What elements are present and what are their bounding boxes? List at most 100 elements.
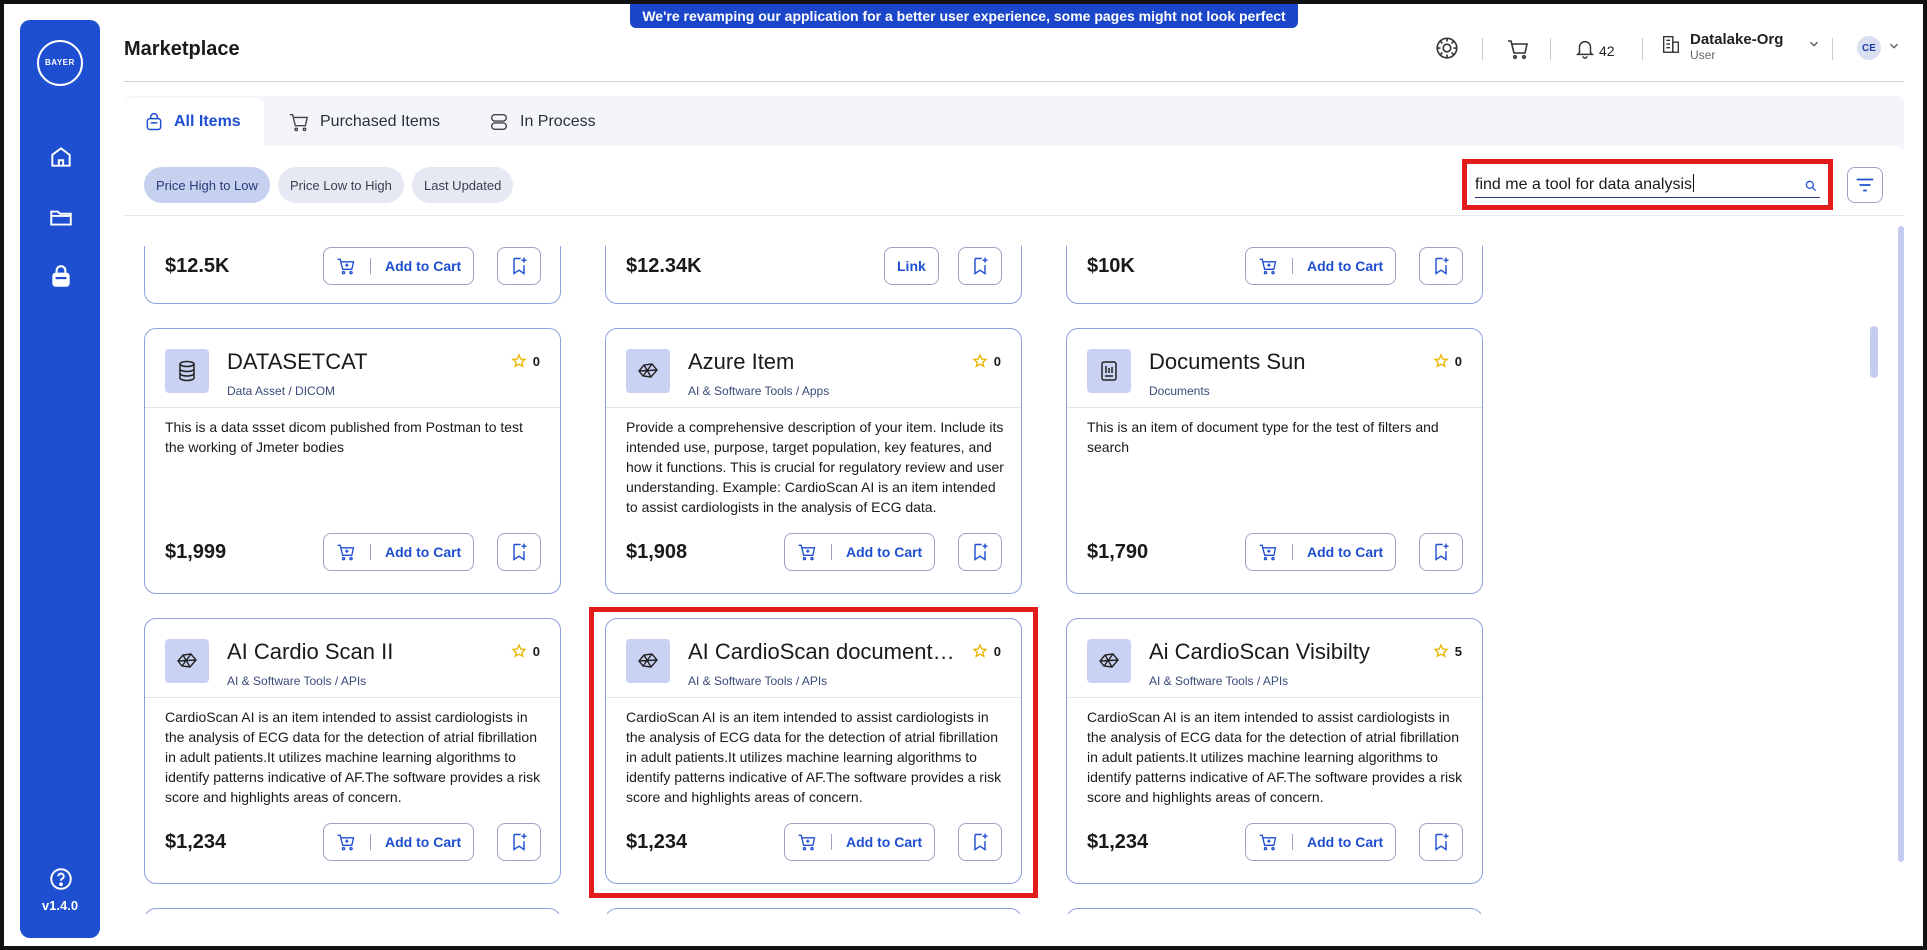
bookmark-button[interactable] (497, 247, 541, 285)
bookmark-plus-icon (1435, 833, 1449, 851)
search-input[interactable]: find me a tool for data analysis (1475, 174, 1820, 198)
bookmark-plus-icon (1435, 543, 1449, 561)
item-card-ai-cardioscan-visibilty[interactable]: Ai CardioScan Visibilty AI & Software To… (1066, 618, 1483, 884)
card-description: This is a data ssset dicom published fro… (165, 419, 523, 455)
item-card[interactable] (605, 908, 1022, 914)
bayer-logo[interactable]: BAYER (37, 40, 83, 86)
price: $1,234 (1087, 831, 1149, 853)
star-icon (1433, 353, 1449, 368)
add-to-cart-button[interactable]: Add to Cart (323, 823, 475, 861)
add-to-cart-button[interactable]: Add to Cart (323, 247, 475, 285)
bookmark-plus-icon (974, 257, 988, 275)
process-icon (490, 113, 508, 131)
item-card[interactable]: $12.34K Link (605, 246, 1022, 304)
folder-icon[interactable] (48, 204, 74, 230)
add-to-cart-button[interactable]: Add to Cart (323, 533, 475, 571)
star-icon (972, 353, 988, 368)
tab-in-process[interactable]: In Process (468, 98, 616, 146)
add-to-cart-button[interactable]: Add to Cart (1245, 247, 1397, 285)
chevron-down-icon (1887, 39, 1901, 58)
help-icon[interactable] (48, 866, 74, 892)
button-label: Add to Cart (1307, 834, 1384, 850)
bookmark-plus-icon (513, 257, 527, 275)
item-card-datasetcat[interactable]: DATASETCAT Data Asset / DICOM 0 This is … (144, 328, 561, 594)
tab-all-items[interactable]: All Items (124, 98, 264, 146)
card-description: This is an item of document type for the… (1087, 419, 1439, 455)
org-role: User (1690, 48, 1716, 62)
card-title[interactable]: DATASETCAT (227, 349, 497, 375)
bookmark-plus-icon (513, 833, 527, 851)
card-description: CardioScan AI is an item intended to ass… (1087, 709, 1463, 805)
notifications[interactable]: 42 (1574, 37, 1615, 64)
card-title[interactable]: Ai CardioScan Visibilty (1149, 639, 1419, 665)
user-menu[interactable]: CE (1857, 36, 1901, 60)
link-button[interactable]: Link (884, 247, 939, 285)
add-to-cart-button[interactable]: Add to Cart (1245, 823, 1397, 861)
home-icon[interactable] (48, 144, 74, 170)
search-icon[interactable] (1804, 178, 1818, 200)
sort-last-updated[interactable]: Last Updated (412, 167, 514, 203)
scrollbar-thumb[interactable] (1870, 326, 1878, 378)
card-title[interactable]: AI Cardio Scan II (227, 639, 497, 665)
revamp-banner: We're revamping our application for a be… (630, 4, 1298, 48)
item-card[interactable]: $10K Add to Cart (1066, 246, 1483, 304)
sort-price-high-low[interactable]: Price High to Low (144, 167, 270, 203)
cart-plus-icon (1259, 258, 1277, 275)
rating: 0 (511, 643, 540, 659)
logo-horizontal-text: BAYER (45, 58, 75, 67)
chevron-down-icon (1807, 37, 1821, 56)
tab-label: In Process (520, 113, 596, 130)
rating-value: 0 (532, 643, 540, 659)
org-name: Datalake-Org (1690, 31, 1784, 48)
button-label: Add to Cart (1307, 258, 1384, 274)
button-label: Add to Cart (385, 834, 462, 850)
item-card-azure-item[interactable]: Azure Item AI & Software Tools / Apps 0 … (605, 328, 1022, 594)
cart-icon[interactable] (1506, 37, 1530, 61)
bell-icon (1574, 37, 1596, 64)
document-icon (1087, 349, 1131, 393)
item-card[interactable]: $12.5K Add to Cart (144, 246, 561, 304)
cart-plus-icon (1259, 834, 1277, 851)
card-category: Documents (1149, 384, 1210, 398)
filter-icon (1856, 178, 1874, 192)
bookmark-button[interactable] (958, 533, 1002, 571)
add-to-cart-button[interactable]: Add to Cart (784, 533, 936, 571)
add-to-cart-button[interactable]: Add to Cart (1245, 533, 1397, 571)
cart-plus-icon (337, 834, 355, 851)
price: $12.5K (165, 255, 230, 277)
database-icon (165, 349, 209, 393)
star-icon (511, 353, 527, 368)
cart-plus-icon (1259, 544, 1277, 561)
bookmark-button[interactable] (497, 533, 541, 571)
item-card[interactable] (144, 908, 561, 914)
bookmark-button[interactable] (1419, 823, 1463, 861)
tab-purchased-items[interactable]: Purchased Items (268, 98, 460, 146)
star-icon (511, 643, 527, 658)
cart-icon (289, 113, 309, 132)
page-title: Marketplace (124, 38, 240, 60)
bag-icon (146, 113, 162, 131)
bookmark-button[interactable] (1419, 533, 1463, 571)
marketplace-bag-icon[interactable] (48, 264, 74, 290)
bookmark-button[interactable] (958, 247, 1002, 285)
item-card[interactable] (1066, 908, 1483, 914)
highlight-annotation (589, 607, 1038, 898)
scrollbar-track[interactable] (1898, 226, 1904, 862)
price: $1,999 (165, 541, 227, 563)
item-card-documents-sun[interactable]: Documents Sun Documents 0 This is an ite… (1066, 328, 1483, 594)
bookmark-button[interactable] (497, 823, 541, 861)
card-title[interactable]: Azure Item (688, 349, 958, 375)
button-label: Add to Cart (385, 544, 462, 560)
sidebar: BAYER v1.4.0 (20, 20, 100, 938)
rating: 0 (1433, 353, 1462, 369)
settings-gear-icon[interactable] (1434, 35, 1460, 61)
card-title[interactable]: Documents Sun (1149, 349, 1419, 375)
sort-price-low-high[interactable]: Price Low to High (278, 167, 404, 203)
card-description: CardioScan AI is an item intended to ass… (165, 709, 541, 805)
item-card-ai-cardio-scan-ii[interactable]: AI Cardio Scan II AI & Software Tools / … (144, 618, 561, 884)
filter-button[interactable] (1847, 167, 1883, 203)
search-box[interactable]: find me a tool for data analysis (1462, 159, 1833, 210)
org-switcher[interactable]: Datalake-Org User (1660, 31, 1821, 62)
price: $1,908 (626, 541, 688, 563)
bookmark-button[interactable] (1419, 247, 1463, 285)
